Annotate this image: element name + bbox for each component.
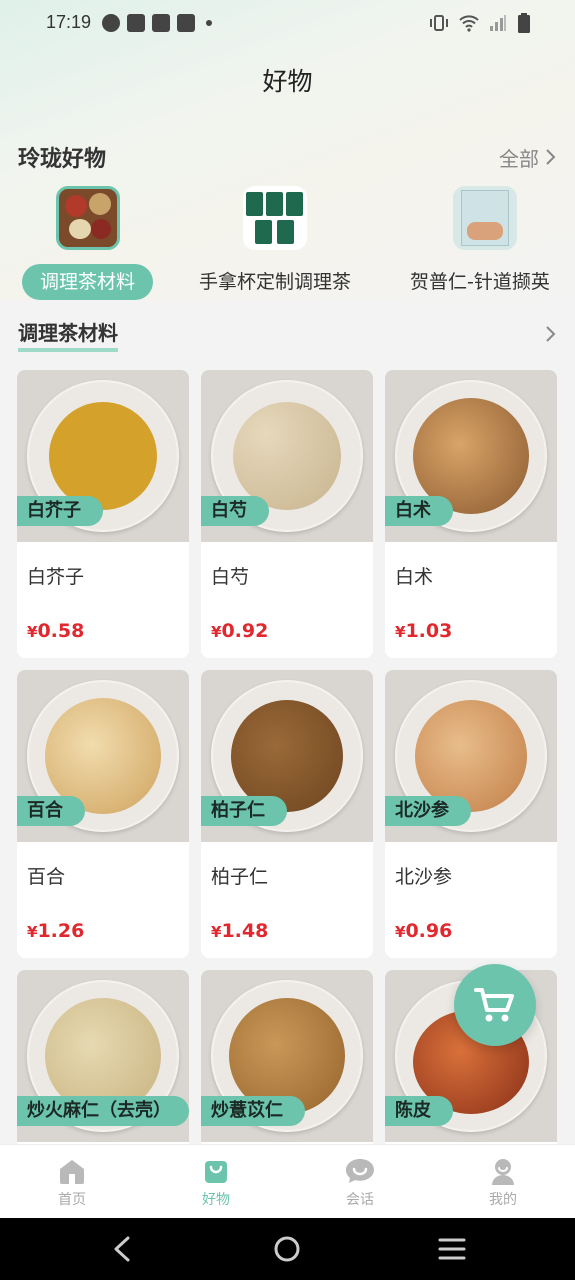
- wifi-icon: [459, 15, 479, 32]
- tab-home[interactable]: 首页: [32, 1157, 112, 1209]
- speed-icon: [102, 14, 120, 32]
- product-image: 百合: [17, 670, 189, 842]
- battery-icon: [518, 13, 530, 33]
- subsection-header[interactable]: 调理茶材料: [18, 316, 557, 352]
- product-image: 白术: [385, 370, 557, 542]
- tab-goods[interactable]: 好物: [176, 1157, 256, 1209]
- product-image: 白芥子: [17, 370, 189, 542]
- product-name: 白芍: [211, 566, 250, 588]
- product-price: ¥0.92: [211, 620, 269, 642]
- product-name: 百合: [27, 866, 66, 888]
- category-thumbnail: [243, 186, 307, 250]
- product-name: 白芥子: [27, 566, 85, 588]
- recents-menu-icon[interactable]: [438, 1237, 466, 1261]
- chevron-right-icon: [546, 149, 556, 165]
- shop-notification-icon: [152, 14, 170, 32]
- product-tag: 百合: [17, 796, 85, 826]
- home-icon: [60, 1160, 84, 1184]
- section-title: 玲珑好物: [18, 147, 107, 172]
- product-card[interactable]: 百合 百合 ¥1.26: [17, 670, 189, 958]
- tab-profile[interactable]: 我的: [463, 1157, 543, 1209]
- category-thumbnail: [55, 186, 120, 250]
- bag-icon: [205, 1161, 227, 1183]
- cart-button[interactable]: [454, 964, 536, 1046]
- product-price: ¥0.58: [27, 620, 85, 642]
- product-tag: 白术: [385, 496, 453, 526]
- tab-label: 会话: [346, 1192, 374, 1208]
- page-title: 好物: [262, 67, 313, 96]
- product-tag: 北沙参: [385, 796, 471, 826]
- product-price: ¥1.48: [211, 920, 269, 942]
- system-navigation-bar: [0, 1218, 575, 1280]
- tab-label: 我的: [489, 1192, 517, 1208]
- shop-notification-icon: [177, 14, 195, 32]
- system-icons: [429, 13, 531, 33]
- status-bar: 17:19: [0, 0, 575, 46]
- chat-icon: [346, 1159, 374, 1183]
- category-row: 调理茶材料 手拿杯定制调理茶 贺普仁-针道撷英: [0, 186, 575, 306]
- user-icon: [492, 1159, 514, 1185]
- signal-icon: [490, 15, 506, 31]
- product-name: 北沙参: [395, 866, 453, 888]
- product-card[interactable]: 柏子仁 柏子仁 ¥1.48: [201, 670, 373, 958]
- category-thumbnail: [453, 186, 517, 250]
- product-tag: 白芍: [201, 496, 269, 526]
- category-label: 手拿杯定制调理茶: [198, 271, 351, 293]
- product-image: 白芍: [201, 370, 373, 542]
- product-image: 柏子仁: [201, 670, 373, 842]
- notification-icons: [102, 14, 212, 32]
- product-tag: 陈皮: [385, 1096, 453, 1126]
- product-card[interactable]: 白芍 白芍 ¥0.92: [201, 370, 373, 658]
- status-time: 17:19: [46, 12, 92, 32]
- tab-label: 首页: [58, 1192, 86, 1208]
- tab-label: 好物: [202, 1192, 230, 1208]
- vibrate-icon: [430, 15, 448, 31]
- product-tag: 白芥子: [17, 496, 103, 526]
- product-tag: 柏子仁: [201, 796, 287, 826]
- view-all-label: 全部: [499, 146, 539, 171]
- product-card[interactable]: 白术 白术 ¥1.03: [385, 370, 557, 658]
- product-name: 白术: [395, 566, 434, 588]
- product-tag: 炒火麻仁（去壳）: [17, 1096, 189, 1126]
- product-card[interactable]: 北沙参 北沙参 ¥0.96: [385, 670, 557, 958]
- back-icon[interactable]: [110, 1236, 134, 1262]
- product-card[interactable]: 白芥子 白芥子 ¥0.58: [17, 370, 189, 658]
- product-image: 炒薏苡仁: [201, 970, 373, 1142]
- product-price: ¥0.96: [395, 920, 453, 942]
- category-label: 贺普仁-针道撷英: [410, 271, 550, 293]
- product-image: 北沙参: [385, 670, 557, 842]
- product-image: 炒火麻仁（去壳）: [17, 970, 189, 1142]
- bottom-tab-bar: 首页 好物 会话 我的: [0, 1144, 575, 1218]
- home-circle-icon[interactable]: [273, 1235, 301, 1263]
- more-notifications-icon: [206, 20, 212, 26]
- category-item-book[interactable]: 贺普仁-针道撷英: [410, 186, 560, 300]
- category-item-tea-materials[interactable]: 调理茶材料: [18, 186, 157, 300]
- product-price: ¥1.26: [27, 920, 85, 942]
- view-all-link[interactable]: 全部: [499, 143, 557, 172]
- product-name: 柏子仁: [211, 866, 269, 888]
- chevron-right-icon[interactable]: [545, 325, 557, 343]
- product-tag: 炒薏苡仁: [201, 1096, 305, 1126]
- tab-chat[interactable]: 会话: [320, 1157, 400, 1209]
- cart-icon: [474, 988, 514, 1022]
- product-price: ¥1.03: [395, 620, 453, 642]
- category-label: 调理茶材料: [21, 264, 153, 300]
- subsection-title: 调理茶材料: [18, 317, 118, 352]
- shop-notification-icon: [127, 14, 145, 32]
- category-item-custom-cup-tea[interactable]: 手拿杯定制调理茶: [190, 186, 360, 300]
- section-header: 玲珑好物 全部: [18, 140, 557, 174]
